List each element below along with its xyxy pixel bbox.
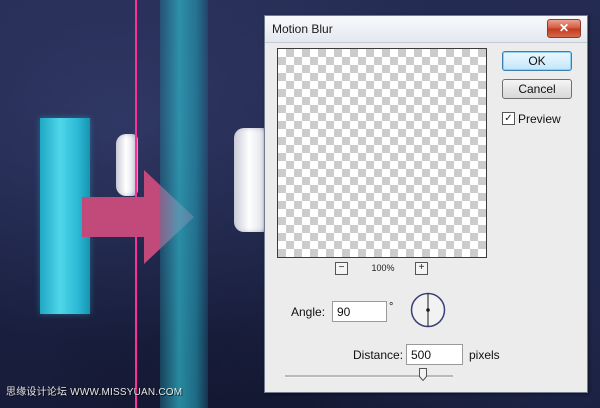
dial-center: [426, 308, 430, 312]
distance-slider-track[interactable]: [285, 375, 453, 378]
preview-checkbox[interactable]: ✓: [502, 112, 515, 125]
cancel-button[interactable]: Cancel: [502, 79, 572, 99]
blurred-cyan-bar: [160, 0, 208, 408]
distance-label: Distance:: [353, 348, 404, 362]
watermark: 思缘设计论坛 WWW.MISSYUAN.COM: [6, 387, 183, 398]
ok-button[interactable]: OK: [502, 51, 572, 71]
close-button[interactable]: ✕: [547, 19, 581, 38]
preview-label: Preview: [518, 112, 561, 126]
zoom-level: 100%: [371, 263, 395, 273]
zoom-out-button[interactable]: −: [335, 262, 348, 275]
angle-label: Angle:: [291, 305, 326, 319]
distance-slider-thumb[interactable]: [418, 368, 427, 381]
dialog-title: Motion Blur: [272, 22, 333, 36]
distance-input[interactable]: 500: [406, 344, 463, 365]
white-knob-shape-blurred: [234, 128, 268, 232]
motion-blur-dialog: Motion Blur ✕ − 100% + OK Cancel ✓ Previ…: [264, 15, 588, 393]
dialog-titlebar[interactable]: Motion Blur ✕: [265, 16, 587, 43]
zoom-in-button[interactable]: +: [415, 262, 428, 275]
angle-input[interactable]: 90: [332, 301, 387, 322]
distance-units: pixels: [469, 348, 500, 362]
degree-symbol: °: [389, 301, 394, 313]
preview-pane[interactable]: [277, 48, 487, 258]
angle-dial[interactable]: [410, 292, 446, 328]
